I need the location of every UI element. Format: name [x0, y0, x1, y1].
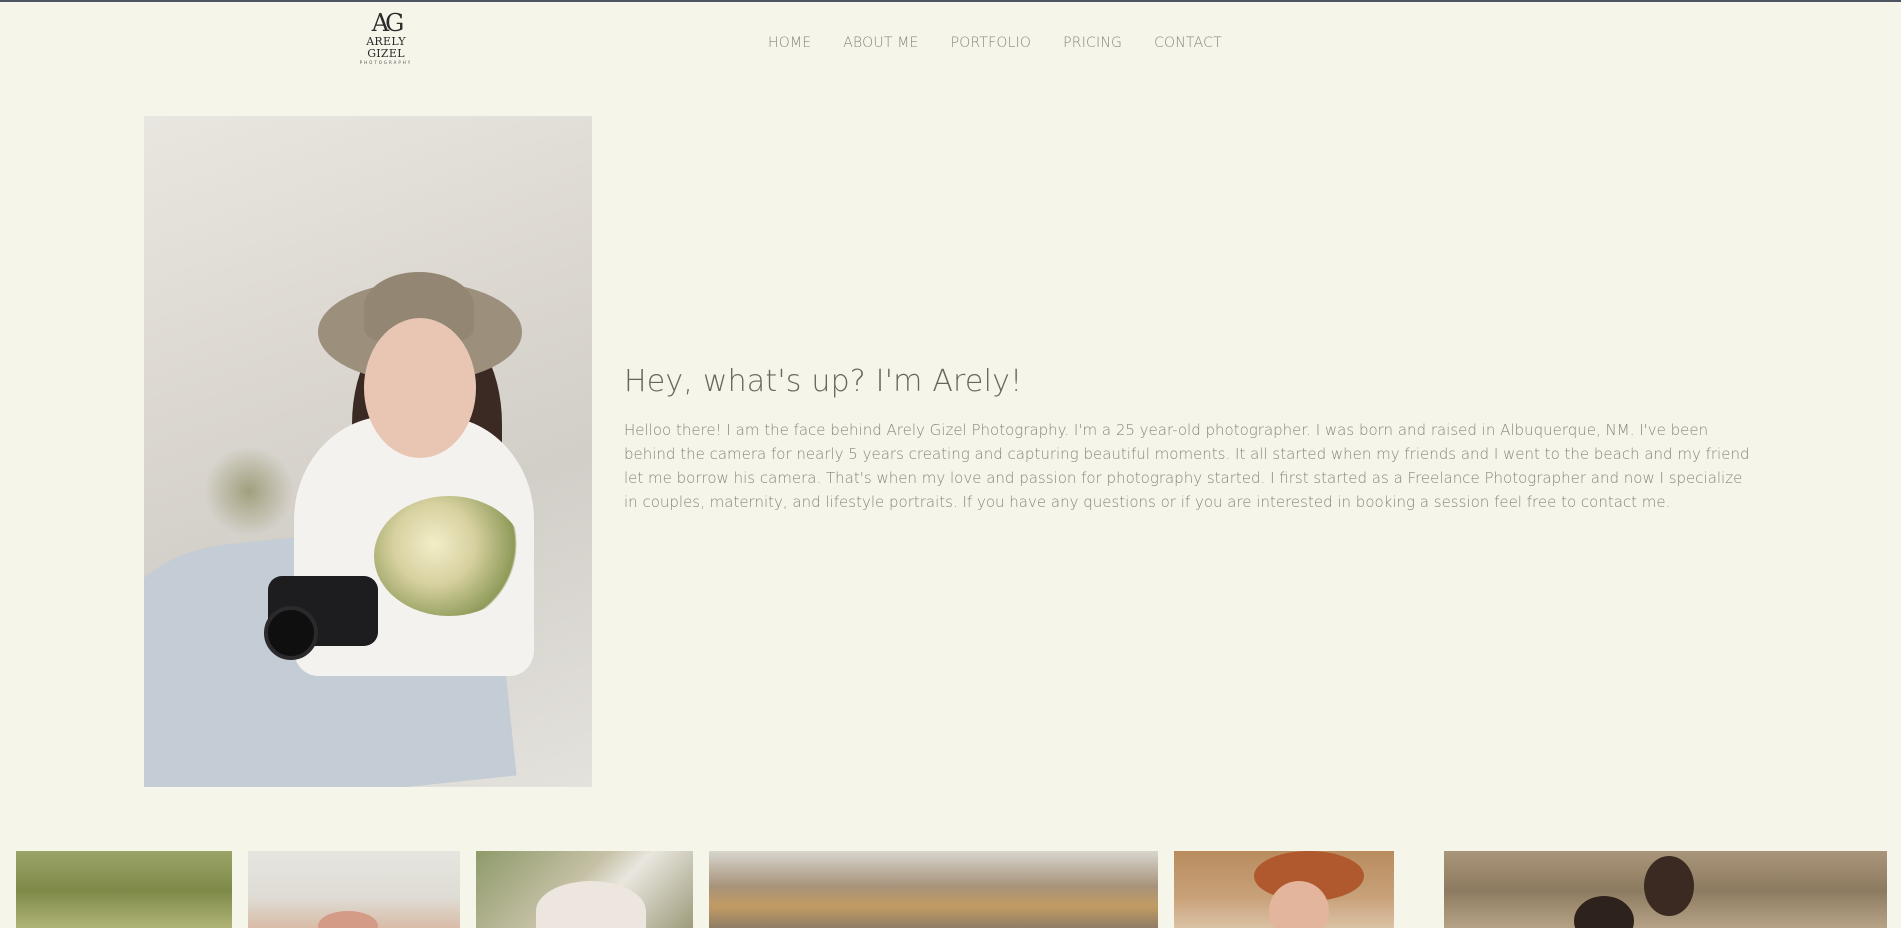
site-logo[interactable]: AG ARELY GIZEL PHOTOGRAPHY [346, 9, 426, 65]
about-headline: Hey, what's up? I'm Arely! [624, 364, 1023, 399]
photo-flowers [374, 496, 524, 616]
nav-contact[interactable]: CONTACT [1154, 35, 1222, 51]
gallery-image[interactable] [1444, 851, 1887, 928]
logo-monogram: AG [371, 9, 405, 37]
photo-camera-lens [264, 606, 318, 660]
nav-about-me[interactable]: ABOUT ME [843, 35, 918, 51]
nav-pricing[interactable]: PRICING [1063, 35, 1122, 51]
gallery-image[interactable] [248, 851, 460, 928]
nav-home[interactable]: HOME [768, 35, 811, 51]
photo-face [364, 318, 476, 458]
nav-portfolio[interactable]: PORTFOLIO [951, 35, 1032, 51]
about-bio: Helloo there! I am the face behind Arely… [624, 421, 1750, 511]
gallery-image[interactable] [1174, 851, 1394, 928]
gallery-image[interactable] [16, 851, 232, 928]
portrait-photo [144, 116, 592, 787]
photo-plant [204, 446, 294, 536]
logo-name: ARELY GIZEL [366, 35, 406, 60]
main-nav: HOME ABOUT ME PORTFOLIO PRICING CONTACT [768, 35, 1254, 51]
gallery-strip [0, 851, 1901, 928]
logo-tagline: PHOTOGRAPHY [359, 60, 413, 65]
gallery-image[interactable] [709, 851, 1158, 928]
gallery-image[interactable] [476, 851, 693, 928]
